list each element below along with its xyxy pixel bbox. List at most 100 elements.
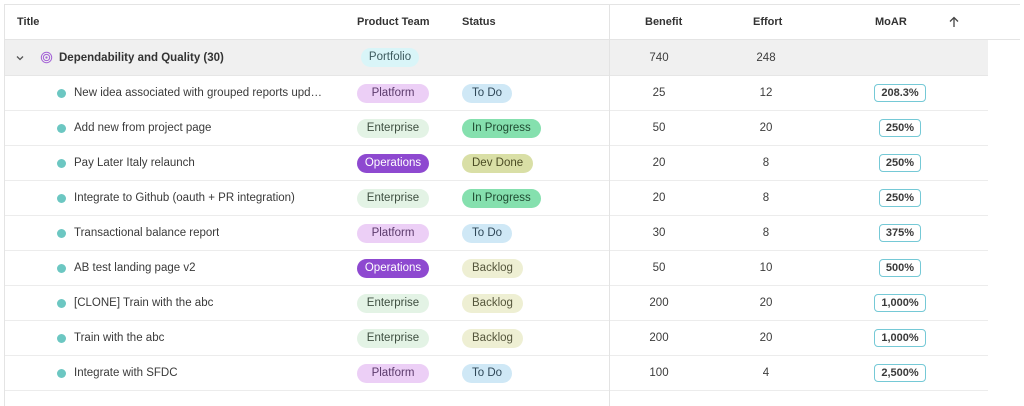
column-header-moar[interactable]: MoAR xyxy=(875,5,907,39)
column-header-benefit[interactable]: Benefit xyxy=(645,5,682,39)
table-row[interactable]: Integrate to Github (oauth + PR integrat… xyxy=(5,181,988,216)
column-header-product-team[interactable]: Product Team xyxy=(357,5,430,39)
benefit-value: 50 xyxy=(652,122,666,134)
item-title[interactable]: Integrate with SFDC xyxy=(74,367,178,379)
table-row[interactable]: AB test landing page v2 Operations Backl… xyxy=(5,251,988,286)
moar-value: 2,500% xyxy=(874,364,926,382)
status-badge: To Do xyxy=(462,223,513,243)
item-title[interactable]: Integrate to Github (oauth + PR integrat… xyxy=(74,192,295,204)
moar-value: 250% xyxy=(878,189,922,207)
moar-value: 500% xyxy=(878,259,922,277)
moar-cell: 250% xyxy=(860,181,940,215)
status-dot-icon xyxy=(57,228,66,238)
status-badge: To Do xyxy=(462,83,513,103)
table-row[interactable]: New idea associated with grouped reports… xyxy=(5,76,988,111)
status-badge: Backlog xyxy=(462,328,523,348)
moar-value: 1,000% xyxy=(874,294,926,312)
benefit-value: 25 xyxy=(652,87,666,99)
title-cell: Pay Later Italy relaunch xyxy=(57,146,195,180)
table-row[interactable]: Add new from project page Enterprise In … xyxy=(5,111,988,146)
benefit-value: 200 xyxy=(649,297,669,309)
effort-value: 10 xyxy=(759,262,773,274)
team-cell: Operations xyxy=(357,251,429,285)
moar-cell: 500% xyxy=(860,251,940,285)
team-badge: Portfolio xyxy=(361,48,419,67)
effort-value: 8 xyxy=(762,192,770,204)
moar-cell: 208.3% xyxy=(860,76,940,110)
sort-ascending-button[interactable] xyxy=(948,5,960,39)
group-title: Dependability and Quality (30) xyxy=(59,51,224,64)
item-title[interactable]: AB test landing page v2 xyxy=(74,262,195,274)
team-badge: Operations xyxy=(357,153,429,173)
roadmap-table: Title Product Team Status Benefit Effort… xyxy=(4,4,1020,406)
status-dot-icon xyxy=(57,193,66,203)
effort-value: 20 xyxy=(759,122,773,134)
team-badge: Enterprise xyxy=(357,328,429,348)
team-cell: Enterprise xyxy=(357,111,429,145)
benefit-value: 100 xyxy=(649,367,669,379)
title-cell: Integrate with SFDC xyxy=(57,356,178,390)
status-cell: To Do xyxy=(462,216,513,250)
status-dot-icon xyxy=(57,158,66,168)
effort-value: 20 xyxy=(759,297,773,309)
table-row[interactable]: Pay Later Italy relaunch Operations Dev … xyxy=(5,146,988,181)
column-divider xyxy=(609,5,610,406)
team-badge: Enterprise xyxy=(357,118,429,138)
team-cell: Operations xyxy=(357,146,429,180)
team-cell: Enterprise xyxy=(357,286,429,320)
moar-value: 1,000% xyxy=(874,329,926,347)
item-title[interactable]: [CLONE] Train with the abc xyxy=(74,297,213,309)
moar-cell: 250% xyxy=(860,111,940,145)
status-cell: Backlog xyxy=(462,286,523,320)
item-title[interactable]: Transactional balance report xyxy=(74,227,219,239)
status-dot-icon xyxy=(57,88,66,98)
chevron-down-icon[interactable] xyxy=(15,53,25,63)
effort-value: 8 xyxy=(762,157,770,169)
moar-cell: 1,000% xyxy=(860,286,940,320)
status-cell: Backlog xyxy=(462,321,523,355)
arrow-up-icon xyxy=(949,16,959,27)
table-row[interactable]: Integrate with SFDC Platform To Do 100 4… xyxy=(5,356,988,391)
status-dot-icon xyxy=(57,263,66,273)
table-header: Title Product Team Status Benefit Effort… xyxy=(5,5,1020,40)
moar-value: 250% xyxy=(878,119,922,137)
status-cell: Backlog xyxy=(462,251,523,285)
moar-value: 208.3% xyxy=(874,84,926,102)
item-title[interactable]: Pay Later Italy relaunch xyxy=(74,157,195,169)
effort-value: 8 xyxy=(762,227,770,239)
moar-cell: 2,500% xyxy=(860,356,940,390)
status-dot-icon xyxy=(57,368,66,378)
table-row[interactable]: [CLONE] Train with the abc Enterprise Ba… xyxy=(5,286,988,321)
item-title[interactable]: Train with the abc xyxy=(74,332,164,344)
title-cell: AB test landing page v2 xyxy=(57,251,195,285)
column-header-status[interactable]: Status xyxy=(462,5,496,39)
team-cell: Platform xyxy=(357,76,429,110)
team-cell: Platform xyxy=(357,216,429,250)
column-header-effort[interactable]: Effort xyxy=(753,5,782,39)
status-badge: In Progress xyxy=(462,188,541,208)
item-title[interactable]: Add new from project page xyxy=(74,122,211,134)
group-row[interactable]: Dependability and Quality (30) Portfolio… xyxy=(5,40,988,76)
team-cell: Enterprise xyxy=(357,181,429,215)
team-badge: Enterprise xyxy=(357,188,429,208)
team-badge: Operations xyxy=(357,258,429,278)
title-cell: [CLONE] Train with the abc xyxy=(57,286,213,320)
effort-value: 20 xyxy=(759,332,773,344)
group-header: Dependability and Quality (30) xyxy=(15,40,224,75)
title-cell: Integrate to Github (oauth + PR integrat… xyxy=(57,181,295,215)
status-cell: To Do xyxy=(462,356,513,390)
title-cell: Add new from project page xyxy=(57,111,211,145)
status-cell: In Progress xyxy=(462,181,541,215)
table-row[interactable]: Transactional balance report Platform To… xyxy=(5,216,988,251)
title-cell: Train with the abc xyxy=(57,321,164,355)
status-badge: To Do xyxy=(462,363,513,383)
column-header-title[interactable]: Title xyxy=(17,5,39,39)
team-badge: Platform xyxy=(357,363,429,383)
moar-value: 250% xyxy=(878,154,922,172)
table-row[interactable]: Train with the abc Enterprise Backlog 20… xyxy=(5,321,988,356)
benefit-value: 20 xyxy=(652,157,666,169)
effort-value: 4 xyxy=(762,367,770,379)
item-title[interactable]: New idea associated with grouped reports… xyxy=(74,87,326,99)
team-badge: Platform xyxy=(357,223,429,243)
status-dot-icon xyxy=(57,298,66,308)
